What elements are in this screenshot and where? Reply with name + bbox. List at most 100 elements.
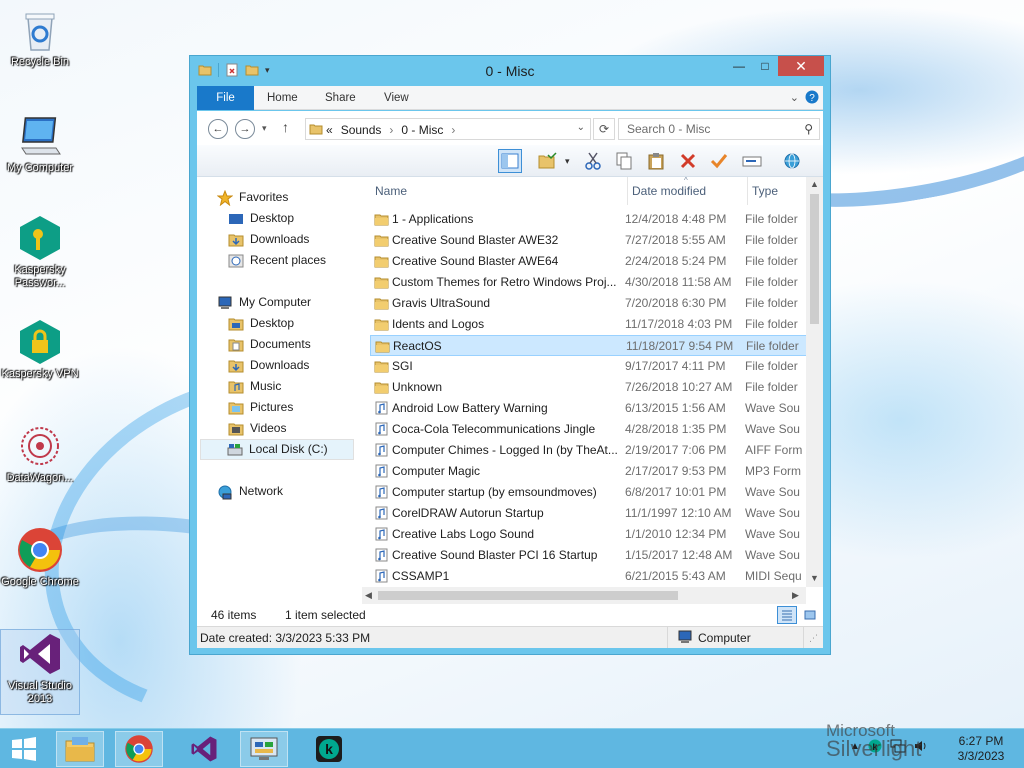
column-separator[interactable] bbox=[627, 177, 628, 205]
details-view-button[interactable] bbox=[777, 606, 797, 624]
file-row[interactable]: Computer startup (by emsoundmoves) 6/8/20… bbox=[370, 482, 808, 503]
taskbar-clock[interactable]: 6:27 PM 3/3/2023 bbox=[948, 734, 1014, 764]
nav-network[interactable]: Network bbox=[217, 481, 283, 502]
file-row[interactable]: Creative Sound Blaster AWE32 7/27/2018 5:… bbox=[370, 230, 808, 251]
scroll-right-icon[interactable]: ▶ bbox=[792, 590, 799, 601]
file-row[interactable]: CSSAMP1 6/21/2015 5:43 AM MIDI Sequ bbox=[370, 566, 808, 587]
file-row[interactable]: Creative Labs Logo Sound 1/1/2010 12:34 P… bbox=[370, 524, 808, 545]
scroll-left-icon[interactable]: ◀ bbox=[365, 590, 372, 601]
scrollbar-thumb[interactable] bbox=[810, 194, 819, 324]
paste-button[interactable] bbox=[644, 149, 668, 173]
column-header-type[interactable]: Type bbox=[752, 177, 802, 205]
minimize-button[interactable]: — bbox=[726, 56, 752, 76]
nav-comp-music[interactable]: Music bbox=[228, 376, 281, 397]
tab-share[interactable]: Share bbox=[325, 86, 356, 110]
address-bar[interactable]: « Sounds › 0 - Misc › ⌄ bbox=[305, 118, 591, 140]
back-button[interactable]: ← bbox=[208, 119, 228, 139]
title-bar[interactable]: ▾ 0 - Misc — □ ✕ bbox=[190, 56, 830, 86]
nav-my-computer[interactable]: My Computer bbox=[217, 292, 311, 313]
properties-check-button[interactable] bbox=[707, 149, 731, 173]
file-row[interactable]: Gravis UltraSound 7/20/2018 6:30 PM File f… bbox=[370, 293, 808, 314]
maximize-button[interactable]: □ bbox=[752, 56, 778, 76]
forward-button[interactable]: → bbox=[235, 119, 255, 139]
resize-grip-icon[interactable]: ⋰ bbox=[809, 633, 818, 644]
breadcrumb-sounds[interactable]: Sounds bbox=[341, 123, 382, 137]
close-button[interactable]: ✕ bbox=[778, 56, 824, 76]
expand-ribbon-icon[interactable]: ⌄ bbox=[790, 91, 799, 104]
views-dropdown-icon[interactable]: ▾ bbox=[565, 156, 570, 167]
file-row[interactable]: Computer Magic 2/17/2017 9:53 PM MP3 Form bbox=[370, 461, 808, 482]
large-icons-view-button[interactable] bbox=[800, 606, 820, 624]
recent-locations-icon[interactable]: ▾ bbox=[262, 123, 267, 134]
help-icon[interactable]: ? bbox=[805, 90, 819, 104]
scroll-down-icon[interactable]: ▼ bbox=[810, 573, 819, 583]
column-header-date[interactable]: Date modified bbox=[632, 177, 745, 205]
desktop-icon-kaspersky-vpn[interactable]: Kaspersky VPN bbox=[1, 318, 79, 381]
delete-button[interactable] bbox=[676, 149, 700, 173]
nav-fav-recent-places[interactable]: Recent places bbox=[228, 250, 326, 271]
nav-comp-local-disk[interactable]: Local Disk (C:) bbox=[200, 439, 354, 460]
tab-view[interactable]: View bbox=[384, 86, 409, 110]
desktop-icon-my-computer[interactable]: My Computer bbox=[1, 112, 79, 175]
breadcrumb-chevron-icon[interactable]: › bbox=[451, 123, 455, 137]
file-row[interactable]: Idents and Logos 11/17/2018 4:03 PM File f… bbox=[370, 314, 808, 335]
scroll-up-icon[interactable]: ▲ bbox=[810, 179, 819, 189]
taskbar-control-panel[interactable] bbox=[240, 731, 288, 767]
breadcrumb-overflow[interactable]: « bbox=[326, 123, 333, 137]
taskbar-chrome[interactable] bbox=[115, 731, 163, 767]
up-arrow-icon[interactable]: ↑ bbox=[282, 119, 289, 135]
desktop-icon-kaspersky-password[interactable]: Kaspersky Passwor... bbox=[1, 214, 79, 290]
nav-comp-downloads[interactable]: Downloads bbox=[228, 355, 309, 376]
audio-file-icon bbox=[375, 401, 388, 415]
start-button[interactable] bbox=[0, 731, 48, 767]
refresh-button[interactable]: ⟳ bbox=[593, 118, 615, 140]
breadcrumb-chevron-icon[interactable]: › bbox=[389, 123, 393, 137]
desktop-icon-datawagon[interactable]: DataWagon... bbox=[1, 422, 79, 485]
tab-home[interactable]: Home bbox=[267, 86, 298, 110]
file-row[interactable]: 1 - Applications 12/4/2018 4:48 PM File fo… bbox=[370, 209, 808, 230]
column-header-name[interactable]: Name bbox=[375, 177, 625, 205]
vertical-scrollbar[interactable]: ▲ ▼ bbox=[806, 177, 823, 587]
nav-fav-downloads[interactable]: Downloads bbox=[228, 229, 309, 250]
desktop-icon-recycle-bin[interactable]: Recycle Bin bbox=[1, 6, 79, 69]
audio-file-icon bbox=[375, 569, 388, 583]
copy-button[interactable] bbox=[612, 149, 636, 173]
file-row[interactable]: Creative Sound Blaster PCI 16 Startup 1/1… bbox=[370, 545, 808, 566]
file-row[interactable]: ReactOS 11/18/2017 9:54 PM File folder bbox=[370, 335, 808, 356]
search-input[interactable] bbox=[619, 119, 789, 139]
network-settings-button[interactable] bbox=[780, 149, 804, 173]
file-row[interactable]: Android Low Battery Warning 6/13/2015 1:5… bbox=[370, 398, 808, 419]
desktop-icon-visual-studio[interactable]: Visual Studio 2013 bbox=[0, 629, 80, 715]
column-separator[interactable] bbox=[747, 177, 748, 205]
nav-label: My Computer bbox=[239, 295, 312, 309]
nav-comp-pictures[interactable]: Pictures bbox=[228, 397, 293, 418]
address-dropdown-icon[interactable]: ⌄ bbox=[577, 122, 585, 133]
file-row[interactable]: Creative Sound Blaster AWE64 2/24/2018 5:… bbox=[370, 251, 808, 272]
file-row[interactable]: Coca-Cola Telecommunications Jingle 4/28/… bbox=[370, 419, 808, 440]
taskbar-kaspersky[interactable]: k bbox=[305, 731, 353, 767]
file-row[interactable]: Unknown 7/26/2018 10:27 AM File folder bbox=[370, 377, 808, 398]
file-row[interactable]: Computer Chimes - Logged In (by TheAt...… bbox=[370, 440, 808, 461]
taskbar-file-explorer[interactable] bbox=[56, 731, 104, 767]
horizontal-scrollbar[interactable]: ◀ ▶ bbox=[362, 587, 806, 604]
nav-fav-desktop[interactable]: Desktop bbox=[228, 208, 294, 229]
file-row[interactable]: SGI 9/17/2017 4:11 PM File folder bbox=[370, 356, 808, 377]
taskbar-visual-studio[interactable] bbox=[180, 731, 228, 767]
breadcrumb-misc[interactable]: 0 - Misc bbox=[401, 123, 443, 137]
rename-button[interactable] bbox=[740, 149, 764, 173]
search-icon[interactable]: ⚲ bbox=[804, 122, 813, 136]
cut-button[interactable] bbox=[581, 149, 605, 173]
file-row[interactable]: CorelDRAW Autorun Startup 11/1/1997 12:10… bbox=[370, 503, 808, 524]
views-button[interactable] bbox=[536, 149, 560, 173]
nav-comp-videos[interactable]: Videos bbox=[228, 418, 286, 439]
scrollbar-thumb[interactable] bbox=[378, 591, 678, 600]
preview-pane-button[interactable] bbox=[498, 149, 522, 173]
breadcrumb: « Sounds › 0 - Misc › bbox=[326, 123, 455, 137]
nav-comp-documents[interactable]: Documents bbox=[228, 334, 311, 355]
nav-favorites[interactable]: Favorites bbox=[217, 187, 288, 208]
nav-comp-desktop[interactable]: Desktop bbox=[228, 313, 294, 334]
file-row[interactable]: Custom Themes for Retro Windows Proj... 4… bbox=[370, 272, 808, 293]
content-area: Favorites Desktop Downloads Recent place… bbox=[197, 177, 823, 604]
tab-file[interactable]: File bbox=[197, 86, 254, 110]
desktop-icon-google-chrome[interactable]: Google Chrome bbox=[1, 526, 79, 589]
